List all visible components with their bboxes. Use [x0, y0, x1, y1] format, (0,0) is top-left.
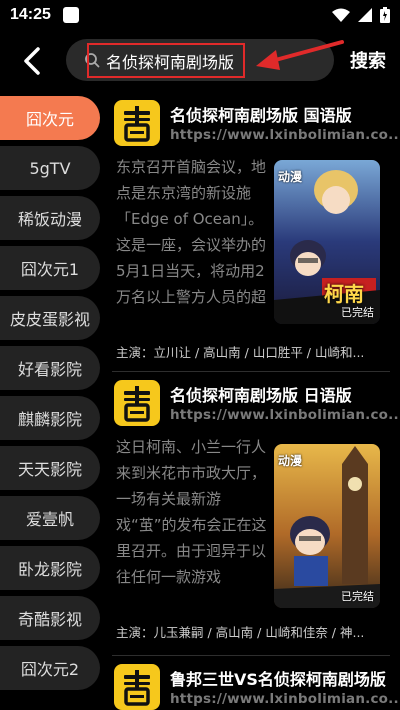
- source-logo-icon: [114, 100, 160, 146]
- sidebar-item-5gtv[interactable]: 5gTV: [0, 146, 100, 190]
- result-title[interactable]: 名侦探柯南剧场版 国语版: [170, 102, 352, 126]
- poster-status-tag: 已完结: [341, 306, 374, 319]
- sidebar-item-jiongciyuan[interactable]: 囧次元: [0, 96, 100, 140]
- search-results-list: 名侦探柯南剧场版 国语版 https://www.lxinbolimian.co…: [108, 94, 400, 710]
- poster-category-tag: 动漫: [278, 454, 303, 468]
- sidebar-item-qilin[interactable]: 麒麟影院: [0, 396, 100, 440]
- result-item[interactable]: 名侦探柯南剧场版 日语版 https://www.lxinbolimian.co…: [108, 374, 400, 656]
- annotation-highlight-box: [87, 43, 245, 78]
- poster-status-tag: 已完结: [341, 590, 374, 603]
- notification-app-icon: [62, 7, 79, 23]
- result-description: 这日柯南、小兰一行人来到米花市市政大厅，一场有关最新游戏“茧”的发布会正在这里召…: [116, 438, 267, 586]
- result-cast: 主演：儿玉兼嗣 / 高山南 / 山崎和佳奈 / 神...: [116, 625, 365, 640]
- result-url: https://www.lxinbolimian.co...: [170, 407, 400, 423]
- result-title[interactable]: 名侦探柯南剧场版 日语版: [170, 382, 352, 406]
- battery-icon: [380, 7, 390, 23]
- status-icons: [332, 7, 390, 23]
- sidebar-item-xifan[interactable]: 稀饭动漫: [0, 196, 100, 240]
- status-bar: 14:25: [0, 0, 400, 30]
- result-url: https://www.lxinbolimian.co...: [170, 127, 400, 143]
- result-poster[interactable]: 动漫 已完结: [274, 444, 380, 608]
- result-url: https://www.lxinbolimian.co...: [170, 691, 400, 707]
- source-logo-icon: [114, 664, 160, 710]
- sidebar-item-qiku[interactable]: 奇酷影视: [0, 596, 100, 640]
- poster-title-text: 柯南: [324, 282, 364, 306]
- result-item[interactable]: 名侦探柯南剧场版 国语版 https://www.lxinbolimian.co…: [108, 94, 400, 372]
- sidebar-item-jiongciyuan2[interactable]: 囧次元2: [0, 646, 100, 690]
- sidebar-item-wolong[interactable]: 卧龙影院: [0, 546, 100, 590]
- annotation-arrow-icon: [256, 40, 344, 70]
- sidebar-item-pipidan[interactable]: 皮皮蛋影视: [0, 296, 100, 340]
- sidebar-item-haokan[interactable]: 好看影院: [0, 346, 100, 390]
- sidebar-item-jiongciyuan1[interactable]: 囧次元1: [0, 246, 100, 290]
- source-sidebar: 囧次元 5gTV 稀饭动漫 囧次元1 皮皮蛋影视 好看影院 麒麟影院 天天影院 …: [0, 94, 108, 710]
- source-logo-icon: [114, 380, 160, 426]
- divider: [112, 655, 390, 656]
- poster-category-tag: 动漫: [278, 170, 303, 184]
- result-cast: 主演：立川让 / 高山南 / 山口胜平 / 山崎和...: [116, 345, 365, 360]
- cellular-signal-icon: [358, 8, 372, 22]
- sidebar-item-aiyifan[interactable]: 爱壹帆: [0, 496, 100, 540]
- divider: [112, 371, 390, 372]
- result-title[interactable]: 鲁邦三世VS名侦探柯南剧场版: [170, 666, 386, 690]
- wifi-icon: [332, 8, 350, 22]
- result-item[interactable]: 鲁邦三世VS名侦探柯南剧场版 https://www.lxinbolimian.…: [108, 658, 400, 710]
- result-poster[interactable]: 动漫 柯南 已完结: [274, 160, 380, 324]
- status-time: 14:25: [10, 6, 51, 23]
- sidebar-item-tiantian[interactable]: 天天影院: [0, 446, 100, 490]
- search-button[interactable]: 搜索: [350, 47, 386, 73]
- search-header: 名侦探柯南剧场版 搜索: [0, 30, 400, 92]
- result-description: 东京召开首脑会议，地点是东京湾的新设施「Edge of Ocean」。这是一座，…: [116, 158, 267, 306]
- back-arrow-icon[interactable]: [18, 44, 48, 78]
